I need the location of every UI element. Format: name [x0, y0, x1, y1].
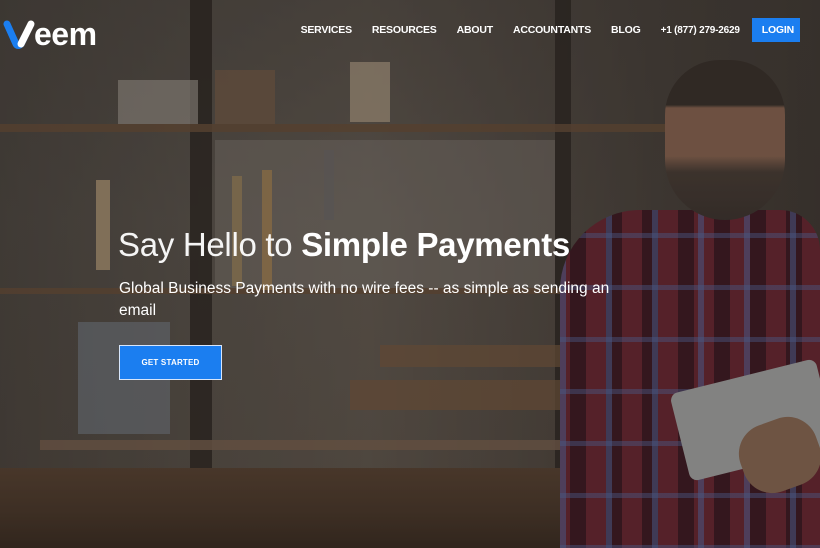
nav-blog[interactable]: BLOG — [611, 24, 641, 36]
nav-accountants[interactable]: ACCOUNTANTS — [513, 24, 591, 36]
veem-logo-icon: eem — [3, 16, 97, 50]
nav-about[interactable]: ABOUT — [457, 24, 494, 36]
get-started-button[interactable]: GET STARTED — [119, 345, 222, 380]
nav-services[interactable]: SERVICES — [301, 24, 353, 36]
dark-overlay — [0, 0, 820, 548]
svg-text:eem: eem — [34, 16, 97, 50]
login-button[interactable]: LOGIN — [751, 18, 800, 42]
phone-number-link[interactable]: +1 (877) 279-2629 — [661, 25, 740, 36]
hero-subheadline: Global Business Payments with no wire fe… — [119, 280, 610, 319]
main-navigation: SERVICES RESOURCES ABOUT ACCOUNTANTS BLO… — [301, 18, 820, 42]
nav-resources[interactable]: RESOURCES — [372, 24, 437, 36]
hero-background-image — [0, 0, 820, 548]
veem-logo[interactable]: eem — [3, 10, 131, 50]
hero-headline-light: Say Hello to — [118, 226, 302, 263]
hero-headline: Say Hello to Simple Payments — [118, 226, 570, 264]
hero-headline-bold: Simple Payments — [301, 226, 570, 263]
